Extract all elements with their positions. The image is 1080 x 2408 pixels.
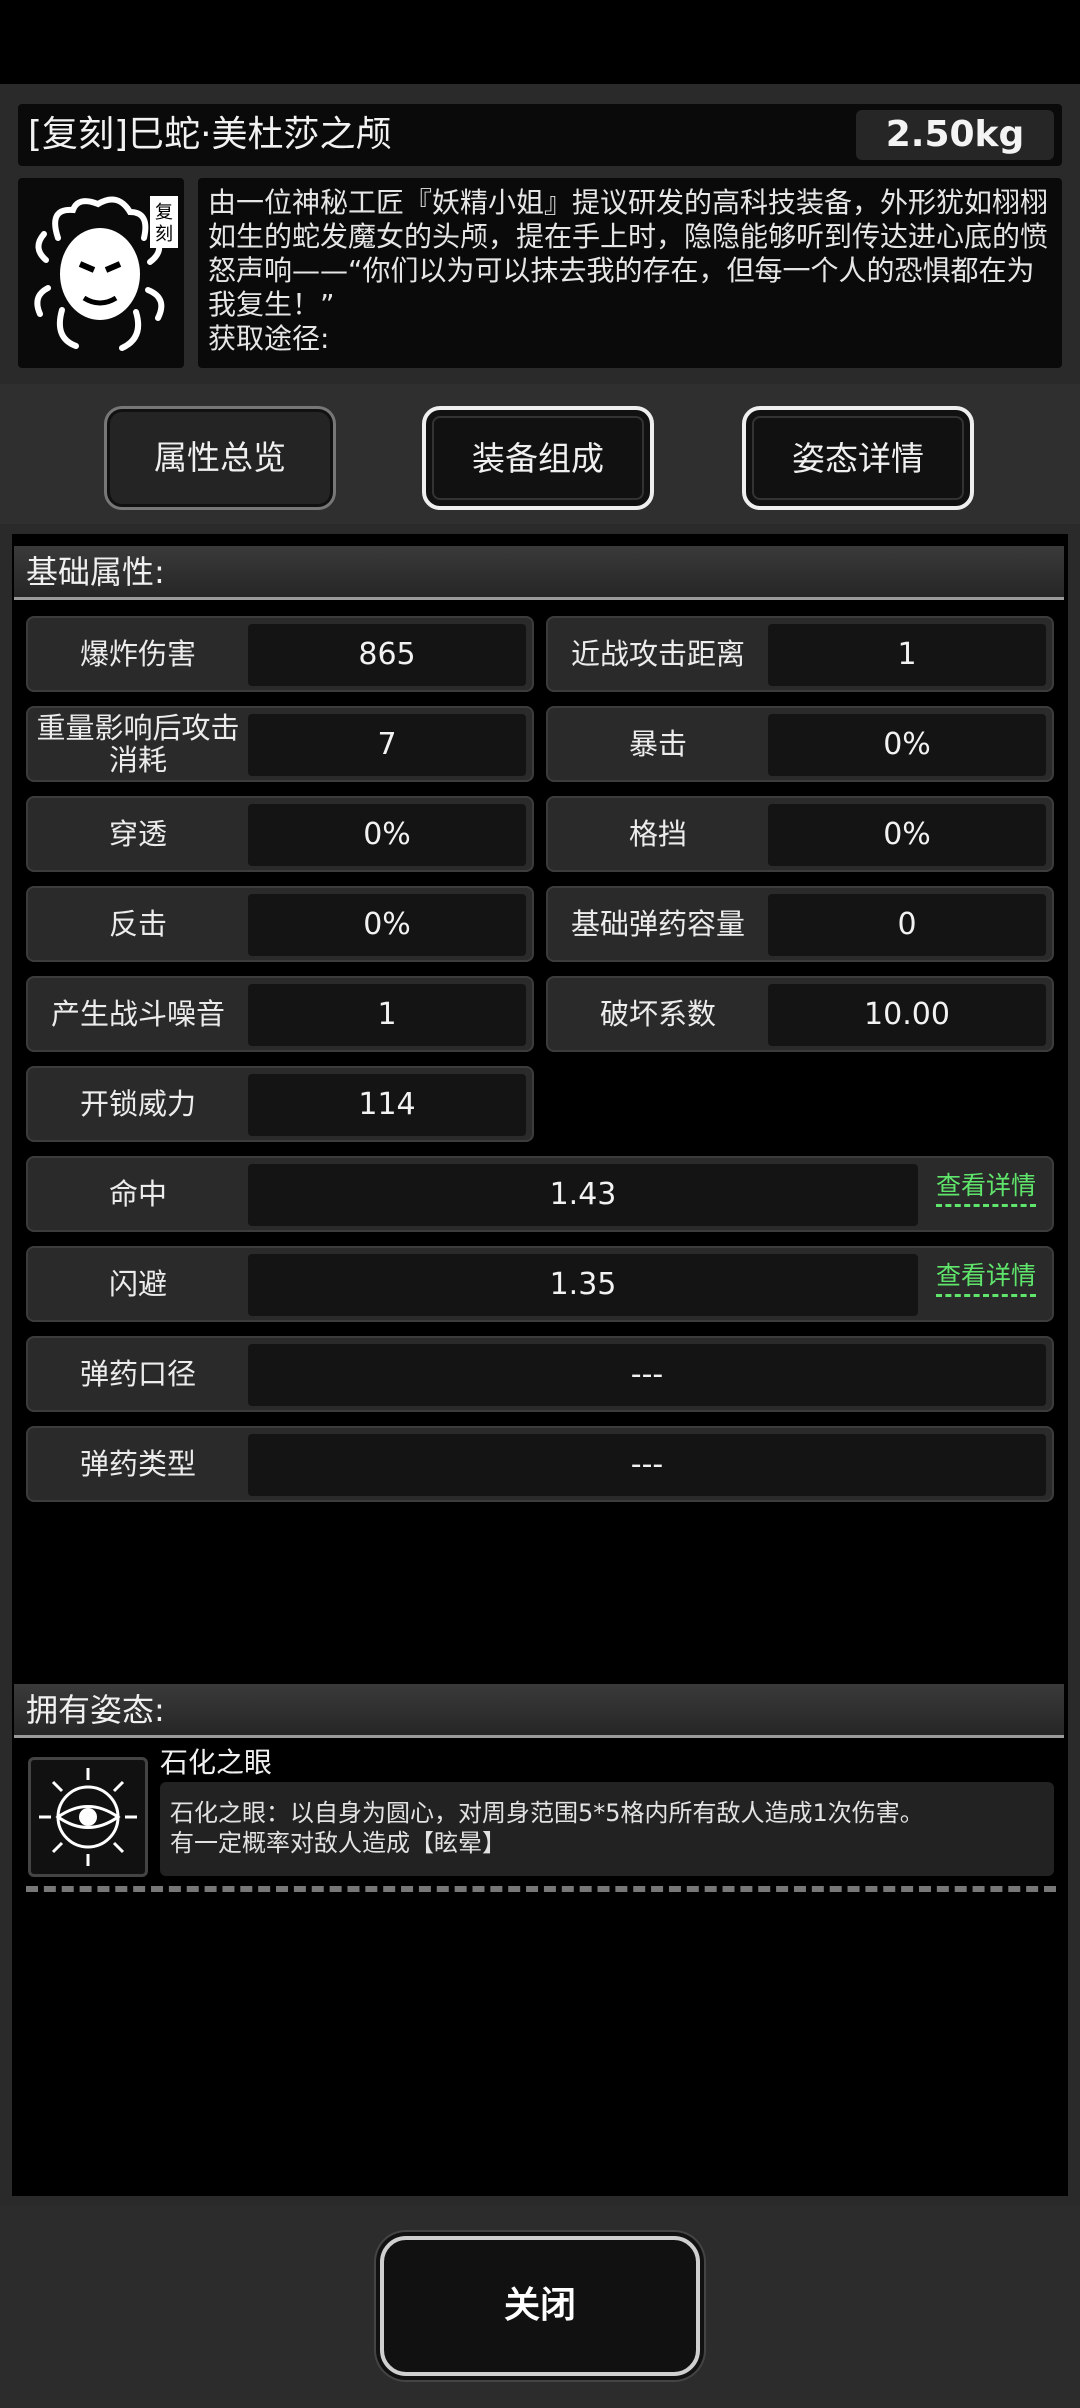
stat-value: 0%: [248, 804, 526, 866]
stance-description: 石化之眼：以自身为圆心，对周身范围5*5格内所有敌人造成1次伤害。 有一定概率对…: [160, 1782, 1054, 1876]
stat-label: 反击: [108, 907, 167, 941]
stat-value: 0%: [248, 894, 526, 956]
stat-combat-noise: 产生战斗噪音 1: [26, 976, 534, 1052]
item-weight: 2.50kg: [856, 110, 1054, 160]
stat-value: 0%: [768, 804, 1046, 866]
stat-weight-attack-cost: 重量影响后攻击消耗 7: [26, 706, 534, 782]
stance-petrify-eye-icon: [28, 1757, 148, 1877]
medusa-head-icon: 复 刻: [34, 196, 178, 351]
basic-attributes-header: 基础属性:: [14, 546, 1064, 600]
status-bar: [0, 0, 1080, 84]
divider: [26, 1886, 1056, 1892]
stat-hit: 命中 1.43 查看详情: [26, 1156, 1054, 1232]
stat-value: 114: [248, 1074, 526, 1136]
stat-melee-range: 近战攻击距离 1: [546, 616, 1054, 692]
stat-unlock-power: 开锁威力 114: [26, 1066, 534, 1142]
tab-equipment-composition[interactable]: 装备组成: [422, 406, 654, 510]
stat-label: 基础弹药容量: [570, 907, 745, 941]
stat-label: 爆炸伤害: [79, 637, 196, 671]
stat-label: 弹药类型: [79, 1447, 196, 1481]
tab-attribute-overview[interactable]: 属性总览: [104, 406, 336, 510]
tab-stance-details[interactable]: 姿态详情: [742, 406, 974, 510]
stance-desc-line1: 石化之眼：以自身为圆心，对周身范围5*5格内所有敌人造成1次伤害。: [170, 1799, 924, 1827]
stat-label: 开锁威力: [79, 1087, 196, 1121]
item-badge-char1: 复: [155, 202, 173, 223]
stat-label: 弹药口径: [79, 1357, 196, 1391]
stat-explosion-damage: 爆炸伤害 865: [26, 616, 534, 692]
stat-value: 1: [248, 984, 526, 1046]
stat-block: 格挡 0%: [546, 796, 1054, 872]
stat-ammo-caliber: 弹药口径 ---: [26, 1336, 1054, 1412]
stat-value: ---: [248, 1344, 1046, 1406]
item-description-text: 由一位神秘工匠『妖精小姐』提议研发的高科技装备，外形犹如栩栩如生的蛇发魔女的头颅…: [208, 186, 1049, 321]
stat-value: 1.43: [248, 1164, 918, 1226]
stat-dodge: 闪避 1.35 查看详情: [26, 1246, 1054, 1322]
stat-label: 格挡: [628, 817, 687, 851]
stat-label: 重量影响后攻击消耗: [36, 711, 240, 777]
item-image: 复 刻: [18, 178, 184, 368]
item-header: [复刻]巳蛇·美杜莎之颅 2.50kg: [18, 104, 1062, 166]
stat-ammo-type: 弹药类型 ---: [26, 1426, 1054, 1502]
stat-value: 10.00: [768, 984, 1046, 1046]
item-source-label: 获取途径:: [208, 322, 330, 355]
stat-label: 穿透: [108, 817, 167, 851]
stat-ammo-capacity: 基础弹药容量 0: [546, 886, 1054, 962]
stat-label: 产生战斗噪音: [50, 997, 225, 1031]
item-description: 由一位神秘工匠『妖精小姐』提议研发的高科技装备，外形犹如栩栩如生的蛇发魔女的头颅…: [198, 178, 1062, 368]
stance-name: 石化之眼: [160, 1746, 273, 1779]
stat-label: 暴击: [628, 727, 687, 761]
stat-value: 0: [768, 894, 1046, 956]
stance-section-header: 拥有姿态:: [14, 1684, 1064, 1738]
stat-value: 0%: [768, 714, 1046, 776]
close-button[interactable]: 关闭: [380, 2236, 700, 2376]
item-title: [复刻]巳蛇·美杜莎之颅: [28, 114, 392, 155]
stat-label: 近战攻击距离: [570, 637, 745, 671]
stat-counter: 反击 0%: [26, 886, 534, 962]
stance-desc-line2: 有一定概率对敌人造成【眩晕】: [170, 1829, 506, 1857]
stat-destruction-factor: 破坏系数 10.00: [546, 976, 1054, 1052]
stat-value: 7: [248, 714, 526, 776]
stat-value: 865: [248, 624, 526, 686]
dodge-details-link[interactable]: 查看详情: [935, 1260, 1036, 1297]
stat-label: 命中: [108, 1177, 167, 1211]
item-badge-char2: 刻: [155, 224, 173, 245]
stat-label: 破坏系数: [599, 997, 716, 1031]
hit-details-link[interactable]: 查看详情: [935, 1170, 1036, 1207]
medusa-eye-icon: [39, 1768, 137, 1866]
stat-value: ---: [248, 1434, 1046, 1496]
stat-crit: 暴击 0%: [546, 706, 1054, 782]
stat-penetration: 穿透 0%: [26, 796, 534, 872]
stat-value: 1.35: [248, 1254, 918, 1316]
stat-label: 闪避: [108, 1267, 167, 1301]
stat-value: 1: [768, 624, 1046, 686]
